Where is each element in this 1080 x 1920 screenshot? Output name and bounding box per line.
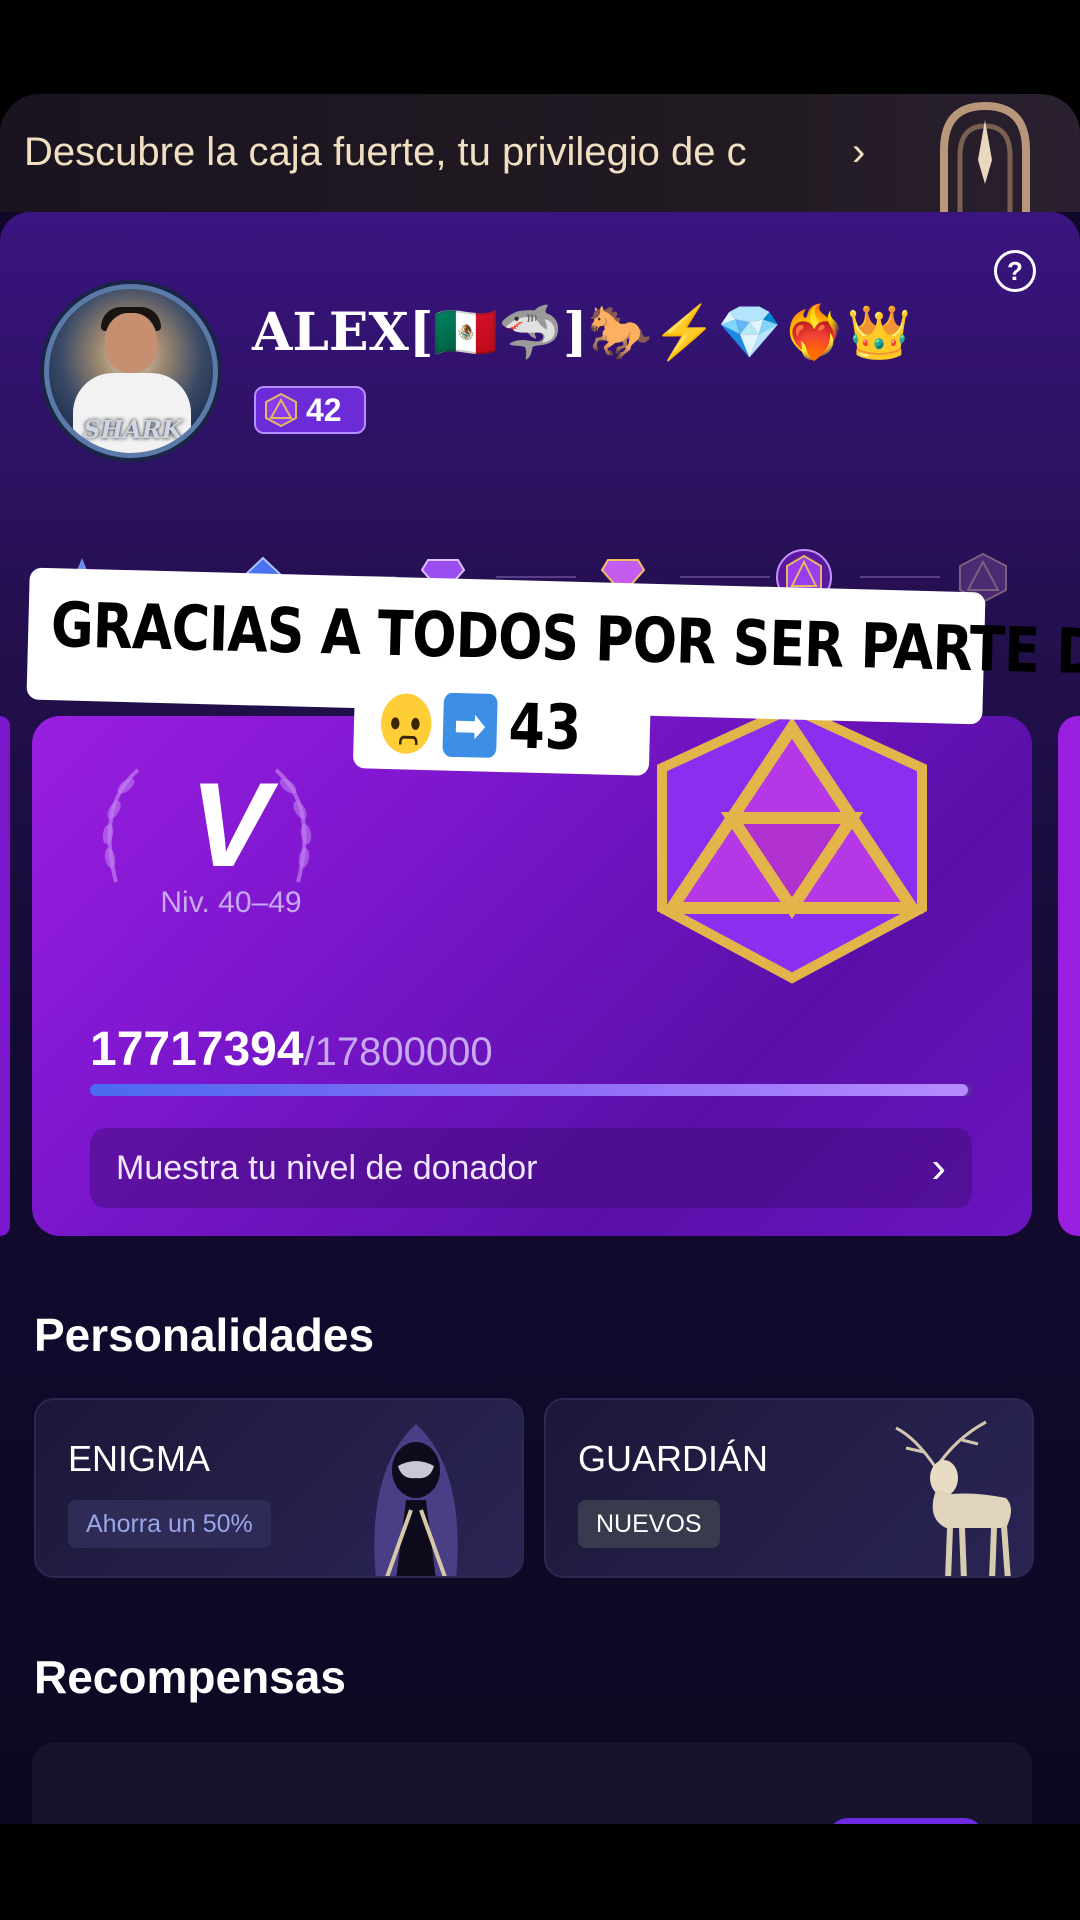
progress-max: /17800000 [303, 1030, 493, 1074]
stag-icon [895, 1420, 1011, 1576]
progress-bar [90, 1084, 972, 1096]
level-badge: 42 [254, 386, 366, 434]
personality-name: ENIGMA [68, 1438, 211, 1479]
chevron-right-icon: › [852, 130, 866, 174]
vault-arch-icon [940, 101, 1030, 212]
caption-line-2: ➡ 43 [380, 686, 582, 764]
level-card: V Niv. 40–49 17717394/17800000 Muestra t… [32, 716, 1032, 1236]
rewards-title: Recompensas [34, 1651, 346, 1703]
caption-number: 43 [507, 689, 583, 765]
progress-current: 17717394 [90, 1023, 304, 1076]
personality-card-enigma[interactable]: ENIGMA Ahorra un 50% [34, 1398, 524, 1578]
progress-bar-fill [90, 1084, 968, 1096]
avatar-logo-text: SHARK [83, 415, 183, 444]
show-donor-level-button[interactable]: Muestra tu nivel de donador › [90, 1128, 972, 1208]
prev-tier-card-peek[interactable] [0, 716, 10, 1236]
hooded-figure-icon [374, 1424, 458, 1576]
right-arrow-emoji-icon: ➡ [442, 692, 498, 758]
username: ALEX[🇲🇽🦈]🐎⚡💎❤️‍🔥👑 [252, 302, 912, 363]
d20-gem-icon [265, 392, 297, 428]
personality-tag: Ahorra un 50% [68, 1500, 271, 1548]
progress-text: 17717394/17800000 [90, 1022, 493, 1077]
personality-card-guardian[interactable]: GUARDIÁN NUEVOS [544, 1398, 1034, 1578]
personalities-title: Personalidades [34, 1309, 375, 1361]
help-button[interactable]: ? [994, 250, 1036, 292]
tier-letter: V [189, 758, 271, 892]
level-number: 42 [306, 391, 342, 428]
laurel-left-icon [102, 768, 140, 883]
personality-tag: NUEVOS [578, 1500, 720, 1548]
chevron-right-icon: › [931, 1143, 946, 1192]
pleading-face-emoji-icon [380, 692, 433, 754]
avatar[interactable]: SHARK [44, 284, 218, 458]
personality-name: GUARDIÁN [578, 1438, 769, 1479]
show-donor-level-label: Muestra tu nivel de donador [116, 1148, 538, 1187]
next-tier-card-peek[interactable] [1058, 716, 1080, 1236]
tier-range: Niv. 40–49 [160, 886, 302, 919]
bottom-letterbox [0, 1824, 1080, 1920]
vault-banner[interactable]: Descubre la caja fuerte, tu privilegio d… [0, 94, 1080, 212]
banner-text: Descubre la caja fuerte, tu privilegio d… [24, 130, 747, 174]
tier-badge-gem-icon [657, 716, 927, 984]
